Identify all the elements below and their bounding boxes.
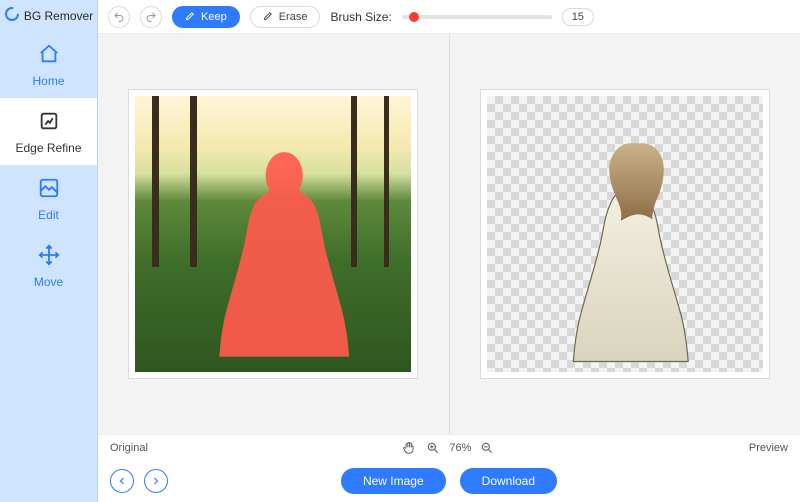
sidebar-item-label: Home (32, 74, 64, 88)
app-title: BG Remover (24, 9, 93, 23)
next-button[interactable] (144, 469, 168, 493)
move-icon (38, 244, 60, 269)
pan-tool-button[interactable] (401, 440, 417, 456)
zoom-in-button[interactable] (425, 440, 441, 456)
preview-pane (449, 34, 800, 434)
erase-button[interactable]: Erase (250, 6, 321, 28)
zoom-level: 76% (449, 442, 471, 454)
brush-erase-icon (263, 10, 274, 24)
brush-size-value: 15 (562, 8, 594, 26)
original-caption: Original (110, 442, 148, 454)
sidebar-item-label: Move (34, 275, 63, 289)
logo-icon (4, 6, 20, 25)
new-image-button[interactable]: New Image (341, 468, 446, 494)
zoom-out-button[interactable] (479, 440, 495, 456)
redo-button[interactable] (140, 6, 162, 28)
cutout-result (559, 140, 703, 366)
slider-thumb[interactable] (409, 12, 419, 22)
app-logo: BG Remover (0, 0, 97, 31)
canvases (98, 34, 800, 434)
sidebar-item-edge-refine[interactable]: Edge Refine (0, 98, 97, 165)
home-icon (38, 43, 60, 68)
original-pane (98, 34, 449, 434)
sidebar-item-label: Edge Refine (15, 141, 81, 155)
sidebar-item-label: Edit (38, 208, 59, 222)
prev-button[interactable] (110, 469, 134, 493)
undo-button[interactable] (108, 6, 130, 28)
sidebar-item-home[interactable]: Home (0, 31, 97, 98)
edge-refine-icon (38, 110, 60, 135)
keep-label: Keep (201, 11, 227, 23)
edit-icon (38, 177, 60, 202)
brush-keep-icon (185, 10, 196, 24)
brush-size-slider[interactable] (402, 15, 552, 19)
keep-button[interactable]: Keep (172, 6, 240, 28)
sidebar-item-edit[interactable]: Edit (0, 165, 97, 232)
download-button[interactable]: Download (460, 468, 557, 494)
footer: New Image Download (98, 460, 800, 502)
original-frame[interactable] (128, 89, 418, 379)
erase-label: Erase (279, 11, 308, 23)
status-bar: Original 76% Preview (98, 434, 800, 460)
main-area: Keep Erase Brush Size: 15 (98, 0, 800, 502)
sidebar-item-move[interactable]: Move (0, 232, 97, 299)
mask-overlay (218, 146, 350, 361)
preview-caption: Preview (749, 442, 788, 454)
brush-size-label: Brush Size: (330, 10, 391, 24)
toolbar: Keep Erase Brush Size: 15 (98, 0, 800, 34)
preview-frame[interactable] (480, 89, 770, 379)
sidebar: BG Remover Home Edge Refine Edit (0, 0, 98, 502)
